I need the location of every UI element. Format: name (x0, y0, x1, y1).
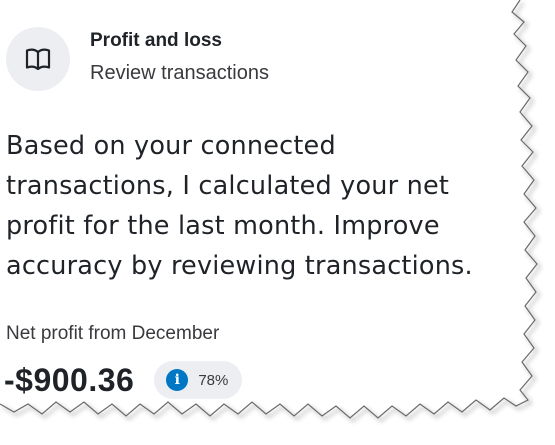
torn-edge-decoration (0, 0, 555, 445)
screenshot-stage: Profit and loss Review transactions Base… (0, 0, 555, 445)
